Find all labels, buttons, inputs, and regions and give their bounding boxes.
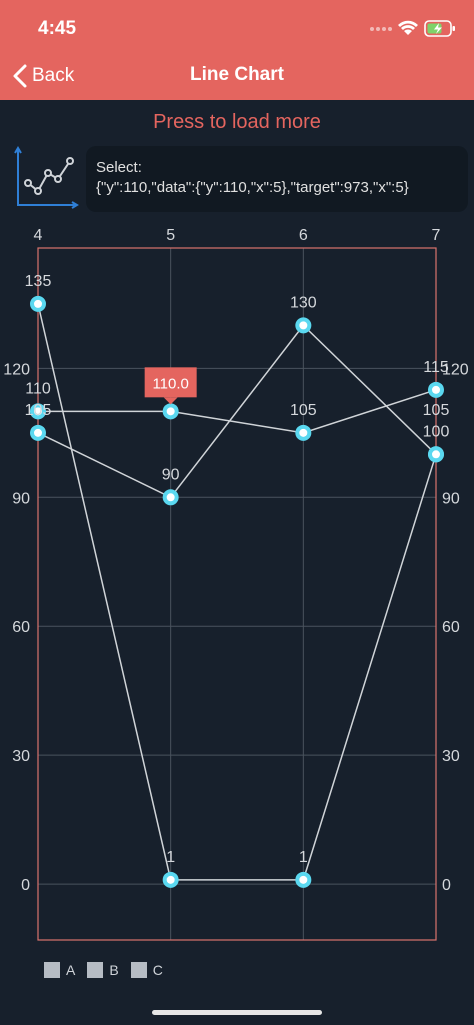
data-label-4-135: 135 <box>25 273 52 290</box>
y-tick-right-30: 30 <box>442 748 460 765</box>
y-tick-left-0: 0 <box>21 877 30 894</box>
data-label-4-110: 110 <box>25 380 51 397</box>
data-label-7-100: 100 <box>423 423 450 440</box>
data-label-5-1: 1 <box>166 849 175 866</box>
legend-swatch-C <box>130 962 147 978</box>
status-icons <box>370 20 455 37</box>
data-point-center-A-5 <box>166 875 175 884</box>
selection-readout: Select: {"y":110,"data":{"y":110,"x":5},… <box>86 146 468 212</box>
line-chart[interactable]: 0 030 3060 6090 90120 1204 5 6 71351101059011301… <box>0 220 474 950</box>
selection-marker-label: 110.0 <box>152 375 188 392</box>
x-tick-5: 5 <box>166 227 175 244</box>
data-point-center-B-7 <box>432 450 440 459</box>
data-point-center-C-5 <box>166 407 175 416</box>
legend-item-C[interactable]: C <box>130 962 163 978</box>
data-point-center-C-6 <box>299 428 308 437</box>
data-label-6-105: 105 <box>290 402 317 419</box>
data-label-7-105: 105 <box>423 402 450 419</box>
y-tick-left-120: 120 <box>3 361 30 378</box>
y-tick-right-90: 90 <box>442 490 460 507</box>
data-label-6-130: 130 <box>290 294 317 311</box>
battery-icon <box>424 20 455 37</box>
data-point-center-B-4 <box>34 428 42 437</box>
selection-marker-pointer <box>163 397 178 405</box>
data-point-center-A-4 <box>34 299 42 308</box>
cellular-signal-icon <box>370 27 392 31</box>
line-chart-icon <box>14 146 79 209</box>
legend-label-B: B <box>109 962 119 978</box>
data-label-7-115: 115 <box>423 359 449 376</box>
x-tick-4: 4 <box>34 227 43 244</box>
chart-legend: A B C <box>44 962 175 978</box>
legend-swatch-A <box>44 962 60 978</box>
status-time: 4:45 <box>38 18 77 39</box>
y-tick-left-90: 90 <box>12 490 30 507</box>
legend-label-C: C <box>152 962 163 978</box>
data-point-center-A-6 <box>299 875 308 884</box>
x-tick-7: 7 <box>432 227 441 244</box>
home-indicator <box>152 1010 322 1015</box>
data-label-4-105: 105 <box>25 402 52 419</box>
selection-label: Select: <box>96 159 142 176</box>
load-more-button[interactable]: Press to load more <box>0 111 474 134</box>
page-title: Line Chart <box>190 64 284 85</box>
data-point-center-B-5 <box>166 493 175 502</box>
legend-item-B[interactable]: B <box>87 962 119 978</box>
y-tick-left-60: 60 <box>12 619 30 636</box>
x-tick-6: 6 <box>299 227 308 244</box>
plot-border <box>37 247 437 941</box>
selection-json: {"y":110,"data":{"y":110,"x":5},"target"… <box>96 179 409 196</box>
y-tick-right-60: 60 <box>442 619 460 636</box>
data-label-6-1: 1 <box>299 849 308 866</box>
data-point-center-C-7 <box>432 385 440 394</box>
legend-label-A: A <box>66 962 76 978</box>
legend-swatch-B <box>87 962 104 978</box>
wifi-icon <box>398 20 418 35</box>
data-label-5-90: 90 <box>162 466 180 483</box>
nav-header: 4:45 Back Line Chart <box>0 0 474 100</box>
y-tick-left-30: 30 <box>12 748 30 765</box>
legend-item-A[interactable]: A <box>44 962 75 978</box>
series-line-A <box>37 303 437 881</box>
data-point-center-B-6 <box>299 321 308 330</box>
y-tick-right-0: 0 <box>442 877 451 894</box>
